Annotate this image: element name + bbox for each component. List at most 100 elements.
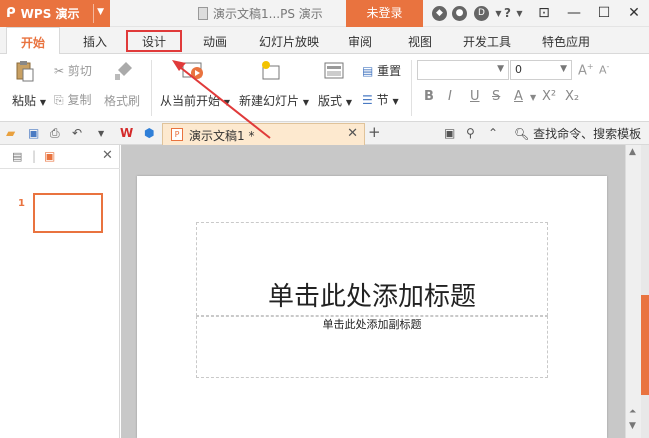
divider (151, 60, 152, 116)
divider: | (32, 149, 37, 163)
document-tab[interactable]: P 演示文稿1 * ✕ (162, 123, 365, 145)
tab-animation[interactable]: 动画 (190, 27, 240, 54)
copy-icon: ⎘ (54, 93, 64, 107)
copy-label: 复制 (67, 93, 92, 107)
new-slide-button[interactable]: 新建幻灯片 ▼ (239, 92, 309, 109)
window-title: 演示文稿1...PS 演示 (198, 5, 323, 22)
search-icon: 🔍︎ (514, 127, 530, 141)
format-painter-icon[interactable] (112, 60, 134, 82)
subscript-button[interactable]: X₂ (565, 89, 579, 104)
underline-button[interactable]: U (470, 89, 480, 104)
italic-button[interactable]: I (448, 89, 452, 104)
copy-button[interactable]: ⎘ 复制 (54, 91, 91, 108)
design-tab-highlight-box (126, 30, 182, 52)
tab-view[interactable]: 视图 (396, 27, 444, 54)
window-title-text: 演示文稿1...PS 演示 (213, 7, 323, 21)
cut-button[interactable]: ✂ 剪切 (54, 62, 92, 79)
app-menu-button[interactable]: ᑭ WPS 演示 ▼ (0, 0, 110, 27)
scroll-down-icon[interactable]: ▼ (629, 421, 636, 431)
ribbon-tabs: 开始 插入 设计 动画 幻灯片放映 审阅 视图 开发工具 特色应用 (0, 27, 649, 55)
font-size-select[interactable]: 0 ▼ (510, 60, 572, 80)
undo-icon[interactable]: ↶ (72, 126, 82, 140)
open-folder-icon[interactable]: ▰ (6, 126, 15, 140)
font-size-value: 0 (515, 63, 522, 76)
settings-icon[interactable]: ● (452, 6, 467, 21)
font-color-button[interactable]: A (514, 89, 523, 104)
scissors-icon: ✂ (54, 64, 65, 78)
format-painter-button[interactable]: 格式刷 (104, 92, 140, 109)
tab-home[interactable]: 开始 (6, 27, 60, 55)
skin-icon[interactable]: ◆ (432, 6, 447, 21)
chevron-down-icon[interactable]: ▼ (512, 6, 527, 21)
divider (93, 4, 94, 23)
command-search-label: 查找命令、搜索模板 (533, 127, 642, 141)
previous-slide-icon[interactable]: ⏶ (629, 407, 636, 417)
save-icon[interactable]: ▣ (28, 126, 39, 140)
chevron-down-icon: ▼ (497, 64, 504, 74)
app-name: WPS 演示 (20, 7, 80, 21)
chevron-down-icon[interactable]: ▼ (97, 7, 104, 17)
chevron-down-icon: ▼ (392, 97, 399, 106)
reset-button[interactable]: ▤ 重置 (362, 62, 401, 79)
restore-layout-button[interactable]: ⊡ (529, 0, 559, 27)
new-slide-label: 新建幻灯片 (239, 94, 300, 108)
play-from-current-icon[interactable] (182, 60, 204, 82)
tab-developer[interactable]: 开发工具 (454, 27, 520, 54)
subtitle-placeholder-text[interactable]: 单击此处添加副标题 (196, 316, 548, 332)
slides-view-icon[interactable]: ▣ (44, 149, 55, 163)
comment-icon[interactable]: ▣ (444, 126, 455, 140)
document-icon (198, 7, 208, 20)
paste-button[interactable]: 粘贴 ▼ (12, 92, 46, 109)
paste-icon[interactable] (14, 60, 36, 82)
title-placeholder-text[interactable]: 单击此处添加标题 (196, 276, 548, 313)
tab-review[interactable]: 审阅 (336, 27, 384, 54)
chevron-down-icon[interactable]: ▼ (98, 129, 104, 138)
superscript-button[interactable]: X² (542, 89, 556, 104)
chevron-down-icon[interactable]: ▼ (530, 93, 536, 102)
chevron-down-icon: ▼ (39, 98, 46, 107)
from-current-button[interactable]: 从当前开始 ▼ (160, 92, 230, 109)
layout-button[interactable]: 版式 ▼ (318, 92, 352, 109)
add-tab-button[interactable]: + (368, 123, 381, 141)
increase-font-button[interactable]: A+ (578, 62, 594, 78)
collapse-ribbon-icon[interactable]: ⌃ (488, 126, 498, 140)
paste-label: 粘贴 (12, 94, 37, 108)
new-slide-icon[interactable] (260, 60, 282, 82)
window-controls: ⊡ — ☐ ✕ (529, 0, 649, 27)
decrease-font-button[interactable]: A- (599, 62, 609, 77)
scroll-up-icon[interactable]: ▲ (629, 147, 636, 157)
tab-insert[interactable]: 插入 (70, 27, 120, 54)
tab-slideshow[interactable]: 幻灯片放映 (248, 27, 330, 54)
pin-icon[interactable]: ⚲ (466, 126, 475, 140)
close-button[interactable]: ✕ (619, 0, 649, 27)
minimize-button[interactable]: — (559, 0, 589, 27)
font-family-select[interactable]: ▼ (417, 60, 509, 80)
divider (411, 60, 412, 116)
outline-view-icon[interactable]: ▤ (12, 150, 22, 163)
wps-logo-icon: ᑭ (6, 6, 16, 21)
side-panel-toggle[interactable] (641, 295, 649, 395)
vertical-scrollbar[interactable]: ▲ ▼ ⏶ (625, 145, 641, 438)
ribbon-body: 粘贴 ▼ ✂ 剪切 ⎘ 复制 格式刷 从当前开始 ▼ 新建幻灯片 ▼ 版式 ▼ … (0, 54, 649, 122)
section-button[interactable]: ☰ 节 ▼ (362, 91, 399, 108)
close-icon[interactable]: ✕ (347, 126, 358, 141)
slide-number: 1 (18, 198, 25, 209)
section-icon: ☰ (362, 93, 373, 107)
command-search[interactable]: 🔍︎ 查找命令、搜索模板 (514, 125, 641, 142)
cut-label: 剪切 (67, 64, 92, 78)
tab-features[interactable]: 特色应用 (526, 27, 606, 54)
cube-icon[interactable]: ⬢ (144, 126, 154, 140)
strikethrough-button[interactable]: S (492, 89, 500, 104)
layout-icon[interactable] (323, 60, 345, 82)
feedback-icon[interactable]: D (474, 6, 489, 21)
login-button[interactable]: 未登录 (346, 0, 423, 27)
wps-cloud-icon[interactable]: W (120, 126, 133, 140)
section-label: 节 (376, 93, 389, 107)
maximize-button[interactable]: ☐ (589, 0, 619, 27)
close-icon[interactable]: ✕ (102, 148, 113, 163)
reset-label: 重置 (377, 64, 402, 78)
print-preview-icon[interactable]: ⎙ (50, 126, 60, 141)
layout-label: 版式 (318, 94, 343, 108)
slide-thumbnail[interactable] (33, 193, 103, 233)
bold-button[interactable]: B (424, 89, 434, 104)
